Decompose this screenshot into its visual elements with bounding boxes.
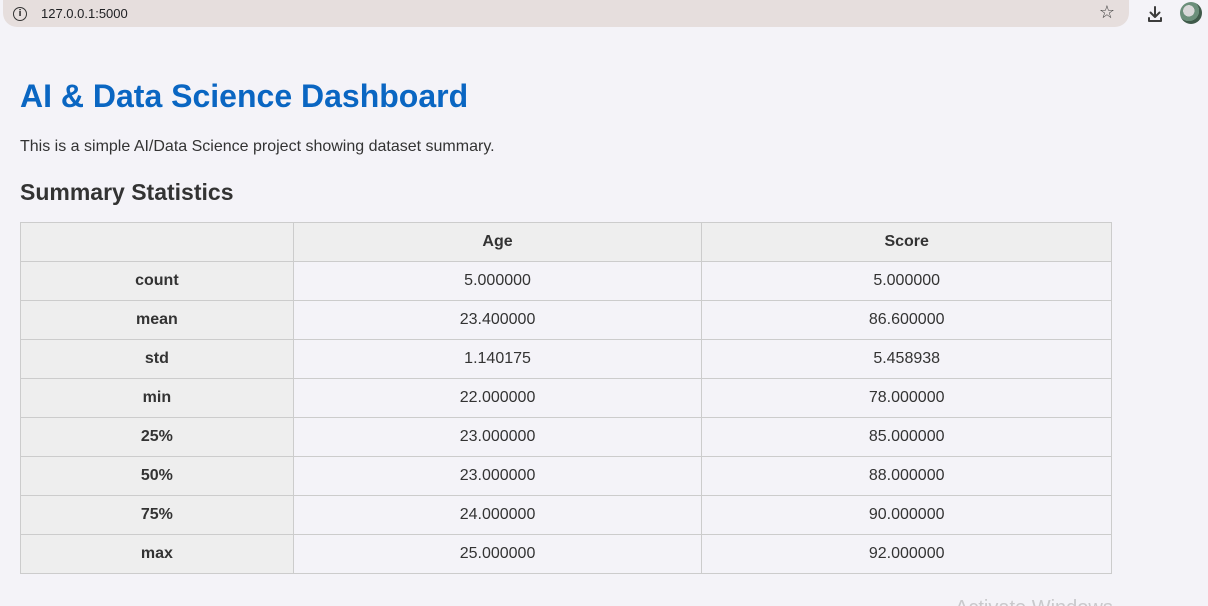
download-icon[interactable]: [1145, 4, 1165, 24]
row-label: max: [20, 534, 294, 574]
table-row: mean 23.400000 86.600000: [20, 300, 1112, 340]
row-label: 25%: [20, 417, 294, 457]
score-cell: 92.000000: [701, 534, 1112, 574]
age-cell: 24.000000: [292, 495, 703, 535]
row-label: 75%: [20, 495, 294, 535]
star-icon[interactable]: ☆: [1099, 3, 1115, 23]
column-header-age: Age: [292, 222, 703, 262]
info-icon[interactable]: i: [13, 6, 27, 21]
page-description: This is a simple AI/Data Science project…: [20, 138, 495, 155]
score-cell: 5.458938: [701, 339, 1112, 379]
row-label: count: [20, 261, 294, 301]
table-row: 75% 24.000000 90.000000: [20, 495, 1112, 535]
age-cell: 1.140175: [292, 339, 703, 379]
column-header-index: [20, 222, 294, 262]
row-label: 50%: [20, 456, 294, 496]
column-header-score: Score: [701, 222, 1112, 262]
table-row: std 1.140175 5.458938: [20, 339, 1112, 379]
activate-windows-watermark: Activate Windows: [955, 597, 1113, 606]
table-row: 50% 23.000000 88.000000: [20, 456, 1112, 496]
page-content: AI & Data Science Dashboard This is a si…: [20, 78, 1120, 206]
table-row: min 22.000000 78.000000: [20, 378, 1112, 418]
row-label: mean: [20, 300, 294, 340]
score-cell: 88.000000: [701, 456, 1112, 496]
table-header-row: Age Score: [20, 222, 1112, 262]
age-cell: 25.000000: [292, 534, 703, 574]
score-cell: 90.000000: [701, 495, 1112, 535]
summary-table: Age Score count 5.000000 5.000000 mean 2…: [20, 222, 1112, 574]
score-cell: 85.000000: [701, 417, 1112, 457]
age-cell: 23.000000: [292, 417, 703, 457]
section-heading: Summary Statistics: [20, 179, 234, 205]
age-cell: 5.000000: [292, 261, 703, 301]
age-cell: 23.000000: [292, 456, 703, 496]
score-cell: 5.000000: [701, 261, 1112, 301]
address-bar[interactable]: i 127.0.0.1:5000 ☆: [3, 0, 1129, 27]
age-cell: 22.000000: [292, 378, 703, 418]
age-cell: 23.400000: [292, 300, 703, 340]
table-row: count 5.000000 5.000000: [20, 261, 1112, 301]
score-cell: 78.000000: [701, 378, 1112, 418]
row-label: std: [20, 339, 294, 379]
table-row: 25% 23.000000 85.000000: [20, 417, 1112, 457]
page-title: AI & Data Science Dashboard: [20, 78, 469, 114]
table-row: max 25.000000 92.000000: [20, 534, 1112, 574]
url-text[interactable]: 127.0.0.1:5000: [41, 6, 128, 21]
avatar[interactable]: [1180, 2, 1202, 24]
row-label: min: [20, 378, 294, 418]
browser-toolbar: i 127.0.0.1:5000 ☆: [0, 0, 1208, 34]
score-cell: 86.600000: [701, 300, 1112, 340]
